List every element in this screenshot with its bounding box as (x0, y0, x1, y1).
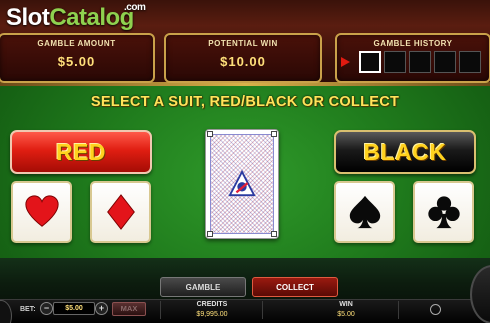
history-slot (459, 51, 481, 73)
potential-win-panel: POTENTIAL WIN $10.00 (164, 33, 322, 83)
black-button[interactable]: BLACK (334, 130, 476, 174)
gamble-tab[interactable]: GAMBLE (160, 277, 246, 297)
credits-label: CREDITS (196, 301, 228, 308)
history-slots (359, 51, 481, 73)
spade-button[interactable] (334, 181, 395, 243)
logo-suffix: .com (124, 2, 146, 13)
logo-part2: Catalog (49, 4, 134, 31)
credits-value: $9,995.00 (196, 311, 228, 318)
club-button[interactable] (413, 181, 474, 243)
card-corner (207, 231, 213, 237)
club-icon (427, 196, 460, 229)
action-tabs: GAMBLE COLLECT (160, 277, 338, 297)
history-slot (434, 51, 456, 73)
gamble-screen: SlotCatalog .com GAMBLE AMOUNT $5.00 POT… (0, 0, 490, 323)
divider (160, 301, 161, 319)
potential-win-value: $10.00 (220, 54, 266, 69)
diamond-icon (106, 194, 135, 230)
diamond-button[interactable] (90, 181, 151, 243)
bet-minus-button[interactable]: − (40, 302, 53, 315)
history-slot (409, 51, 431, 73)
bet-label: BET: (20, 306, 36, 313)
potential-win-title: POTENTIAL WIN (208, 39, 278, 48)
gamble-amount-panel: GAMBLE AMOUNT $5.00 (0, 33, 155, 83)
card-corner (207, 131, 213, 137)
bet-value: $5.00 (53, 302, 95, 315)
instruction-text: SELECT A SUIT, RED/BLACK OR COLLECT (90, 94, 400, 110)
heart-button[interactable] (11, 181, 72, 243)
gamble-amount-title: GAMBLE AMOUNT (37, 39, 116, 48)
max-bet-button[interactable]: MAX (112, 302, 146, 316)
card-corner (271, 231, 277, 237)
divider (398, 301, 399, 319)
black-button-label: BLACK (363, 138, 447, 165)
logo-part1: Slot (6, 4, 50, 31)
history-slot (384, 51, 406, 73)
gamble-amount-value: $5.00 (57, 54, 96, 69)
gamble-history-title: GAMBLE HISTORY (373, 39, 453, 48)
heart-icon (24, 195, 59, 227)
win-value: $5.00 (337, 311, 355, 318)
history-arrow-icon (341, 57, 350, 67)
red-button-label: RED (55, 138, 107, 165)
history-slot (359, 51, 381, 73)
card-corner (271, 131, 277, 137)
divider (262, 301, 263, 319)
card-back-logo-icon (228, 170, 256, 197)
red-button[interactable]: RED (10, 130, 152, 174)
watermark-logo: SlotCatalog .com (6, 2, 146, 36)
spade-icon (349, 195, 380, 229)
bet-plus-button[interactable]: + (95, 302, 108, 315)
collect-button[interactable]: COLLECT (252, 277, 338, 297)
info-icon[interactable] (430, 304, 441, 315)
win-label: WIN (339, 301, 353, 308)
face-down-card (205, 129, 279, 239)
